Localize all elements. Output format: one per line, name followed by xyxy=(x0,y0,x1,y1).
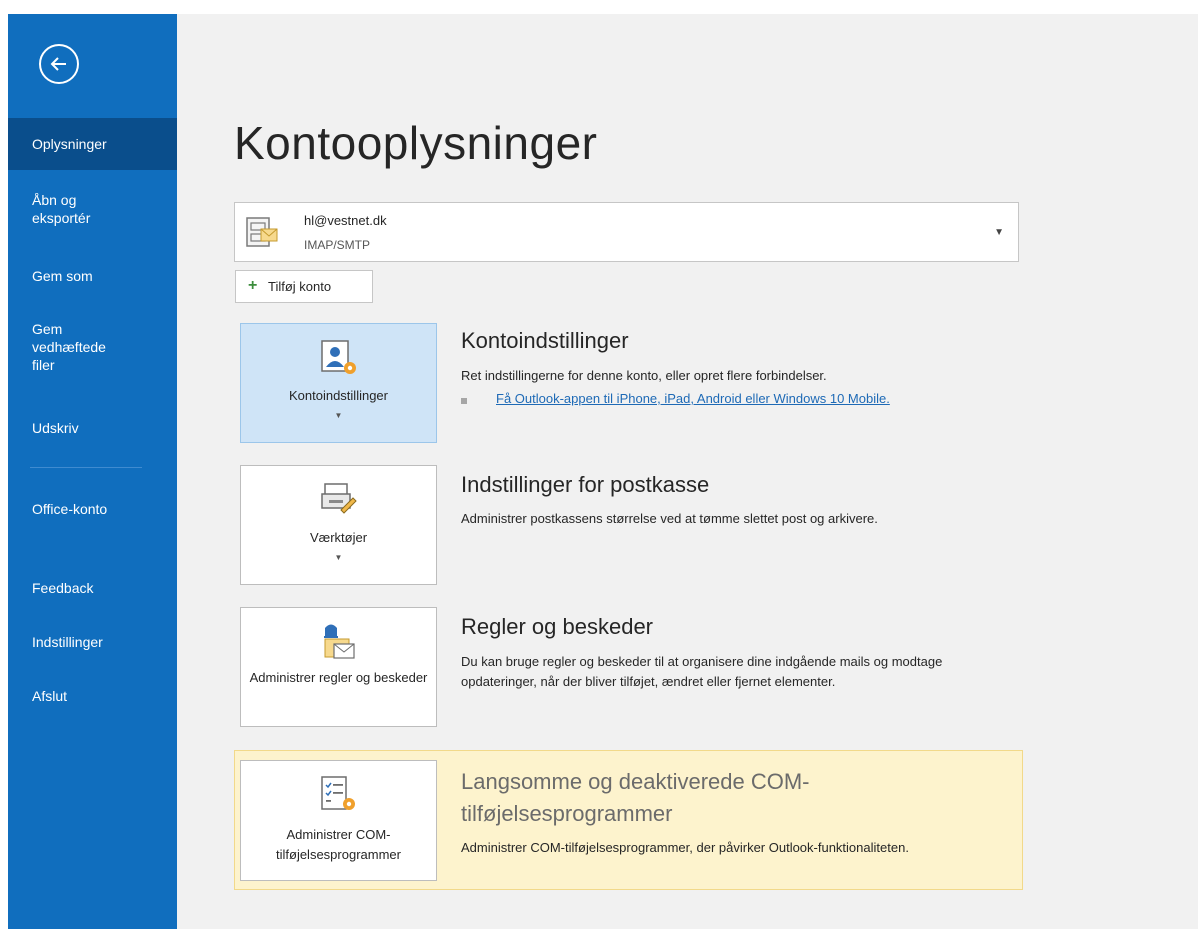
sidebar-item-label: Gem som xyxy=(32,268,93,284)
section-description: Du kan bruge regler og beskeder til at o… xyxy=(461,654,943,689)
get-outlook-app-link[interactable]: Få Outlook-appen til iPhone, iPad, Andro… xyxy=(496,391,890,406)
manage-rules-tile[interactable]: Administrer regler og beskeder xyxy=(240,607,437,727)
section-description: Administrer postkassens størrelse ved at… xyxy=(461,511,878,526)
sidebar-item-label: Oplysninger xyxy=(32,136,107,152)
sidebar-item-gem-som[interactable]: Gem som xyxy=(8,267,177,285)
backstage-view: Oplysninger Åbn og eksportér Gem som Gem… xyxy=(8,14,1198,929)
sidebar-item-label: Office-konto xyxy=(32,501,108,517)
section-title: Kontoindstillinger xyxy=(461,328,629,353)
tile-label: Værktøjer xyxy=(309,530,368,545)
main-content: Kontooplysninger hl@vestnet.dk IMAP/SMTP… xyxy=(177,14,1198,929)
sidebar-item-oplysninger[interactable]: Oplysninger xyxy=(8,118,177,170)
sidebar-item-label: Indstillinger xyxy=(32,634,103,650)
sidebar-divider xyxy=(30,467,142,468)
bullet-icon xyxy=(461,398,467,404)
section-title: Regler og beskeder xyxy=(461,614,654,639)
sidebar-item-office-konto[interactable]: Office-konto xyxy=(8,500,108,518)
account-email: hl@vestnet.dk xyxy=(304,213,387,228)
rules-alerts-icon xyxy=(324,624,355,659)
sidebar: Oplysninger Åbn og eksportér Gem som Gem… xyxy=(8,14,177,929)
chevron-down-icon: ▼ xyxy=(334,553,343,562)
sidebar-item-label: Afslut xyxy=(32,688,68,704)
account-mail-icon xyxy=(246,217,278,247)
account-settings-tile[interactable]: Kontoindstillinger ▼ xyxy=(240,323,437,443)
sidebar-item-udskriv[interactable]: Udskriv xyxy=(8,419,177,437)
tile-label: Kontoindstillinger xyxy=(288,388,388,403)
tile-label: Administrer COM-tilføjelsesprogrammer xyxy=(276,827,401,862)
sidebar-item-feedback[interactable]: Feedback xyxy=(8,579,177,597)
sidebar-item-indstillinger[interactable]: Indstillinger xyxy=(8,633,177,651)
account-type: IMAP/SMTP xyxy=(304,238,371,252)
back-button[interactable] xyxy=(39,44,79,84)
manage-com-addins-tile[interactable]: Administrer COM-tilføjelsesprogrammer xyxy=(240,760,437,881)
chevron-down-icon: ▼ xyxy=(334,411,343,420)
section-title: Indstillinger for postkasse xyxy=(461,472,710,497)
sidebar-item-abn-og-eksporter[interactable]: Åbn og eksportér xyxy=(8,191,118,227)
section-description: Administrer COM-tilføjelsesprogrammer, d… xyxy=(461,840,909,855)
back-arrow-icon xyxy=(50,57,66,71)
sidebar-item-gem-vedhaeftede-filer[interactable]: Gem vedhæftede filer xyxy=(8,320,120,374)
sidebar-item-label: Gem vedhæftede filer xyxy=(32,321,106,373)
section-description: Ret indstillingerne for denne konto, ell… xyxy=(461,368,827,383)
add-account-button[interactable]: + Tilføj konto xyxy=(235,270,373,303)
tools-tile[interactable]: Værktøjer ▼ xyxy=(240,465,437,585)
tools-icon xyxy=(321,483,357,514)
sidebar-item-label: Feedback xyxy=(32,580,94,596)
account-dropdown[interactable]: hl@vestnet.dk IMAP/SMTP ▼ xyxy=(234,202,1019,262)
sidebar-item-label: Åbn og eksportér xyxy=(32,192,91,226)
account-settings-icon xyxy=(321,340,356,374)
add-account-label: Tilføj konto xyxy=(268,279,332,294)
chevron-down-icon: ▼ xyxy=(994,227,1004,238)
tile-label: Administrer regler og beskeder xyxy=(249,670,428,685)
sidebar-item-label: Udskriv xyxy=(32,420,79,436)
page-title: Kontooplysninger xyxy=(234,117,598,169)
com-addins-icon xyxy=(321,776,355,810)
sidebar-item-afslut[interactable]: Afslut xyxy=(8,687,177,705)
section-title: Langsomme og deaktiverede COM-tilføjelse… xyxy=(461,769,810,826)
plus-icon: + xyxy=(248,277,258,294)
